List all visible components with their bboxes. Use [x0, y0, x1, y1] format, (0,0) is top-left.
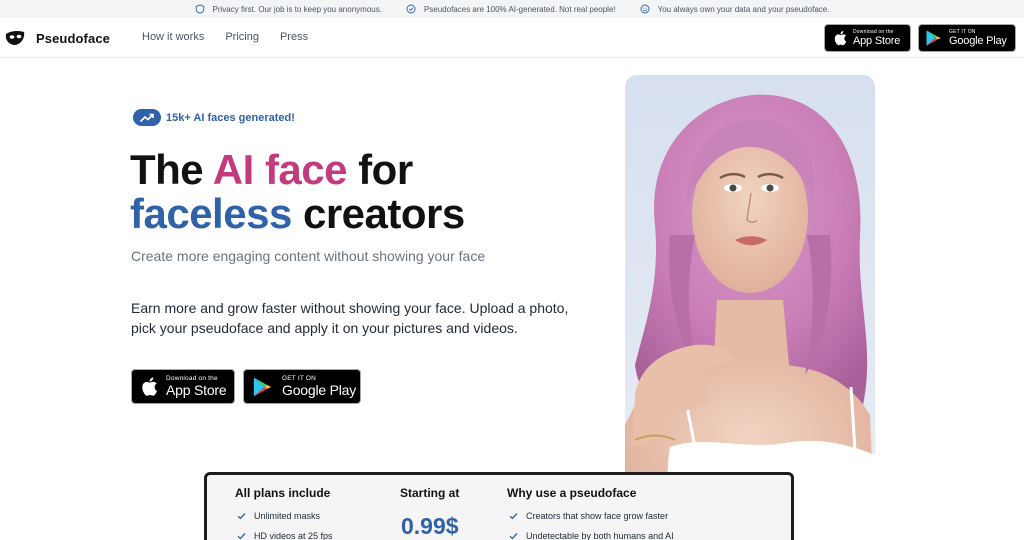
- apple-icon: [142, 377, 157, 396]
- nav-link-pricing[interactable]: Pricing: [225, 31, 259, 43]
- check-circle-icon: [406, 4, 416, 14]
- headline-line-1: The AI face for: [130, 148, 465, 192]
- hero-google-play-big: Google Play: [282, 382, 357, 399]
- why-item-label: Creators that show face grow faster: [526, 511, 669, 521]
- headline-creators: creators: [291, 190, 465, 237]
- badge-label: 15k+ AI faces generated!: [166, 111, 295, 124]
- nav-google-play-big: Google Play: [949, 34, 1007, 47]
- topbar-item-ownership: You always own your data and your pseudo…: [640, 4, 830, 14]
- announcement-bar: Privacy first. Our job is to keep you an…: [0, 0, 1024, 18]
- check-icon: [237, 533, 246, 540]
- hero-google-play-button[interactable]: GET IT ON Google Play: [243, 369, 361, 404]
- nav-app-store-small: Download on the: [853, 28, 894, 35]
- headline-faceless: faceless: [130, 190, 292, 237]
- why-item-label: Undetectable by both humans and AI: [526, 531, 674, 540]
- hero-portrait-image: [625, 75, 875, 540]
- mask-logo-icon: [5, 30, 25, 45]
- hero-paragraph: Earn more and grow faster without showin…: [131, 300, 569, 336]
- smile-icon: [640, 4, 650, 14]
- nav-app-store-big: App Store: [853, 34, 901, 47]
- trending-up-icon: [139, 113, 154, 122]
- check-icon: [509, 513, 518, 520]
- nav-google-play-button[interactable]: GET IT ON Google Play: [918, 24, 1016, 52]
- nav-link-how-it-works[interactable]: How it works: [142, 31, 204, 43]
- starting-price: 0.99$: [401, 513, 459, 539]
- headline-line-2: faceless creators: [130, 192, 465, 236]
- topbar-text-ai-generated: Pseudofaces are 100% AI-generated. Not r…: [423, 4, 616, 14]
- nav-links: How it works Pricing Press: [142, 31, 308, 43]
- plan-feature-unlimited-masks: Unlimited masks: [237, 511, 320, 521]
- topbar-item-ai-generated: Pseudofaces are 100% AI-generated. Not r…: [406, 4, 616, 14]
- shield-icon: [195, 4, 204, 14]
- why-item-undetectable: Undetectable by both humans and AI: [509, 531, 674, 540]
- headline-the: The: [130, 146, 213, 193]
- plans-include-title: All plans include: [235, 486, 331, 500]
- topbar-text-privacy: Privacy first. Our job is to keep you an…: [212, 4, 382, 14]
- trending-pill: [133, 109, 161, 126]
- nav-google-play-small: GET IT ON: [949, 28, 976, 35]
- check-icon: [237, 513, 246, 520]
- plans-card: All plans include Unlimited masks HD vid…: [204, 472, 794, 540]
- hero-app-store-button[interactable]: Download on the App Store: [131, 369, 235, 404]
- apple-icon: [834, 30, 847, 46]
- headline-for: for: [347, 146, 413, 193]
- google-play-icon: [253, 377, 272, 396]
- faces-generated-badge: 15k+ AI faces generated!: [133, 109, 295, 126]
- hero-headline: The AI face for faceless creators: [130, 148, 465, 236]
- plan-feature-label: HD videos at 25 fps: [254, 531, 333, 540]
- portrait-illustration: [625, 75, 875, 540]
- brand-name: Pseudoface: [36, 30, 110, 46]
- headline-ai-face: AI face: [212, 146, 348, 193]
- why-pseudoface-title: Why use a pseudoface: [507, 486, 637, 500]
- nav-app-store-button[interactable]: Download on the App Store: [824, 24, 911, 52]
- starting-at-title: Starting at: [400, 486, 460, 500]
- google-play-icon: [926, 30, 941, 46]
- plan-feature-label: Unlimited masks: [254, 511, 321, 521]
- topbar-text-ownership: You always own your data and your pseudo…: [657, 4, 830, 14]
- nav-link-press[interactable]: Press: [280, 31, 308, 43]
- hero-app-store-big: App Store: [166, 382, 227, 399]
- why-item-grow-faster: Creators that show face grow faster: [509, 511, 668, 521]
- check-icon: [509, 533, 518, 540]
- brand-logo[interactable]: Pseudoface: [4, 29, 110, 47]
- hero-subtitle: Create more engaging content without sho…: [131, 248, 486, 264]
- plan-feature-hd-videos: HD videos at 25 fps: [237, 531, 333, 540]
- topbar-item-privacy: Privacy first. Our job is to keep you an…: [195, 4, 382, 14]
